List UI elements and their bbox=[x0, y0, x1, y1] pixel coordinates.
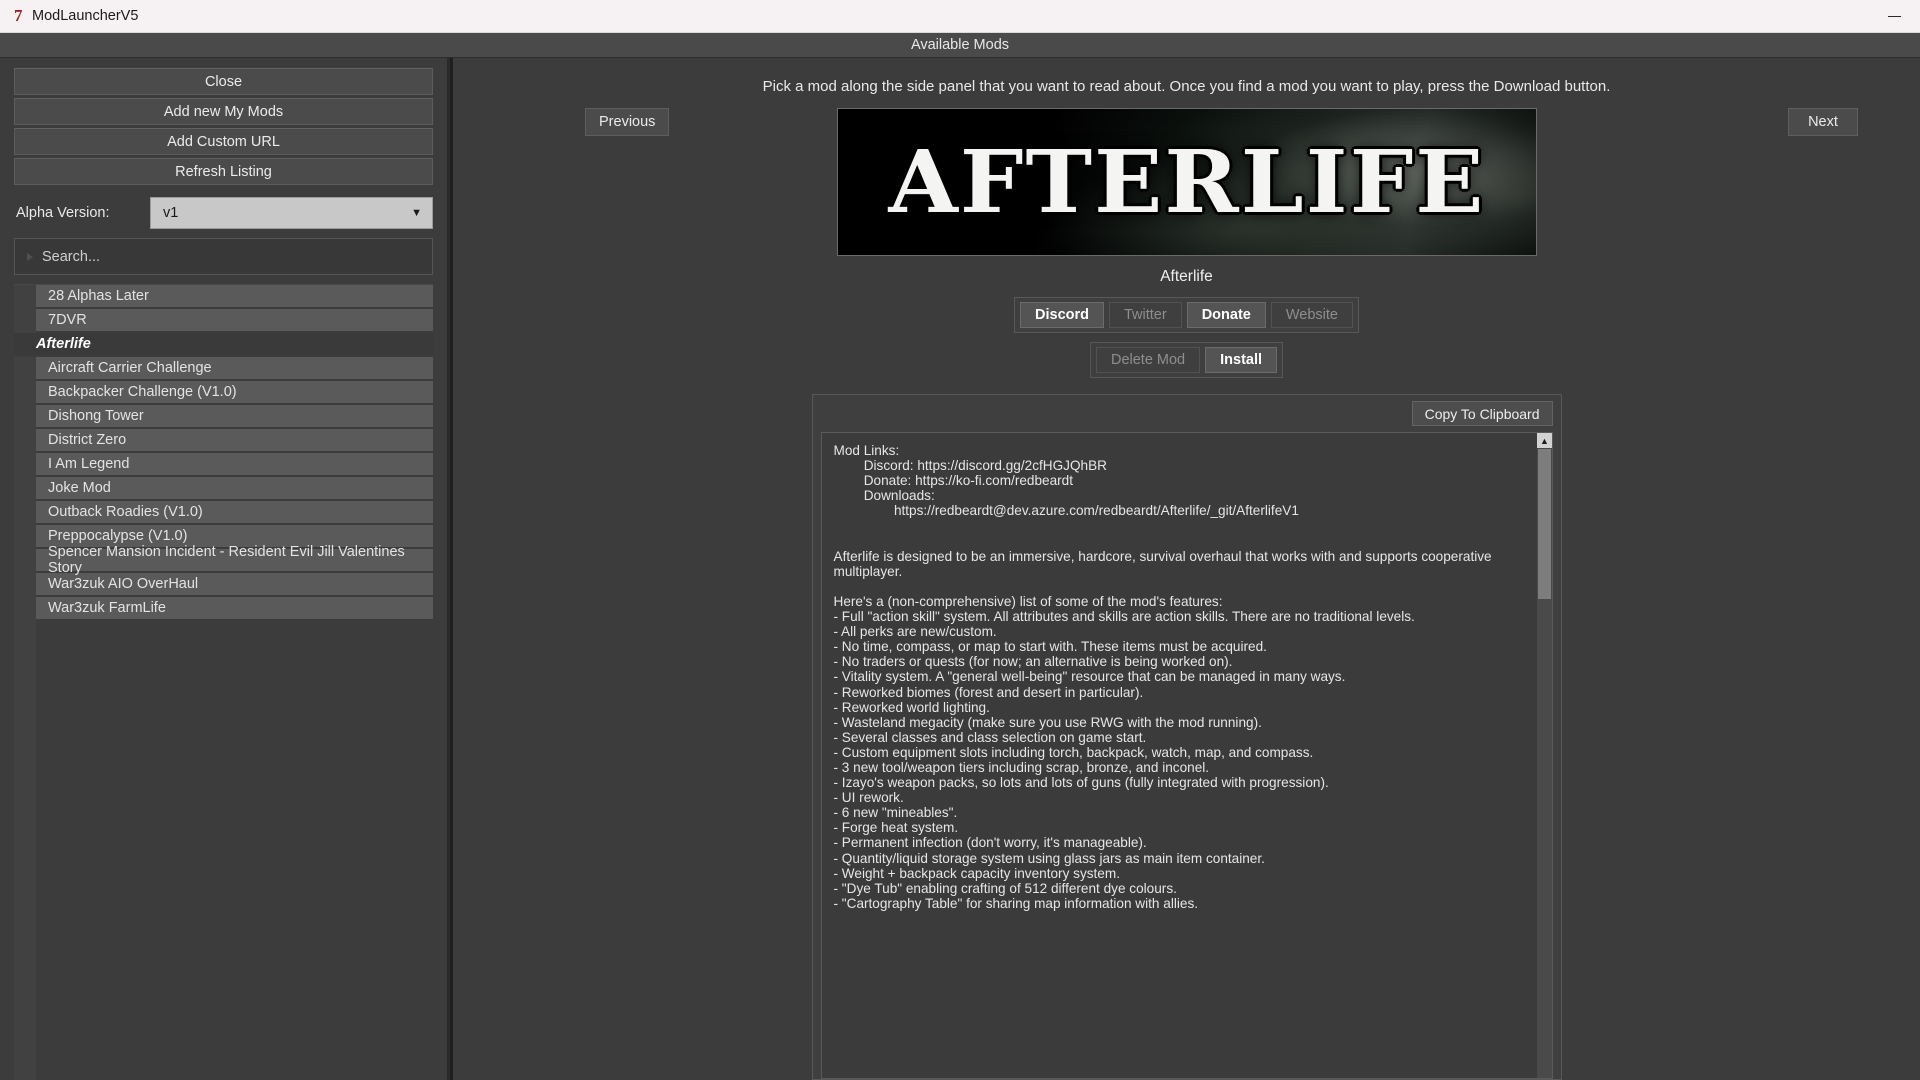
alpha-version-label: Alpha Version: bbox=[16, 205, 110, 221]
search-placeholder: Search... bbox=[42, 248, 101, 265]
website-button: Website bbox=[1270, 302, 1353, 328]
mod-banner-image: AFTERLIFE bbox=[836, 108, 1537, 256]
mod-list-container: 28 Alphas Later 7DVR Afterlife Aircraft Car… bbox=[14, 284, 433, 1080]
previous-button[interactable]: Previous bbox=[585, 108, 670, 136]
instructions-text: Pick a mod along the side panel that you… bbox=[762, 78, 1611, 95]
mod-list-item-selected[interactable]: Afterlife bbox=[14, 333, 433, 357]
mod-list-item[interactable]: Spencer Mansion Incident - Resident Evil… bbox=[36, 544, 433, 576]
copy-row: Copy To Clipboard bbox=[821, 401, 1553, 432]
mod-title: Afterlife bbox=[1160, 268, 1213, 285]
install-button[interactable]: Install bbox=[1205, 347, 1278, 373]
mod-list-item[interactable]: War3zuk AIO OverHaul bbox=[36, 573, 433, 597]
twitter-button: Twitter bbox=[1109, 302, 1182, 328]
mod-list-item[interactable]: District Zero bbox=[36, 429, 433, 453]
mod-list-item[interactable]: 28 Alphas Later bbox=[36, 285, 433, 309]
donate-button[interactable]: Donate bbox=[1186, 302, 1266, 328]
sidebar: Close Add new My Mods Add Custom URL Ref… bbox=[0, 58, 450, 1080]
mod-list-item[interactable]: War3zuk FarmLife bbox=[36, 597, 433, 621]
alpha-version-select[interactable]: v1 ▼ bbox=[150, 197, 433, 229]
app-root: Available Mods Close Add new My Mods Add… bbox=[0, 33, 1920, 1080]
main-panel: Pick a mod along the side panel that you… bbox=[453, 58, 1920, 1080]
caret-right-icon bbox=[27, 252, 33, 261]
description-box: Mod Links: Discord: https://discord.gg/2… bbox=[820, 432, 1553, 1079]
alpha-version-row: Alpha Version: v1 ▼ bbox=[14, 197, 433, 229]
mod-list-item[interactable]: I Am Legend bbox=[36, 453, 433, 477]
banner-title-text: AFTERLIFE bbox=[887, 131, 1486, 233]
minimize-icon bbox=[1887, 15, 1901, 18]
window-title: ModLauncherV5 bbox=[32, 8, 139, 24]
mod-list-item[interactable]: Dishong Tower bbox=[36, 405, 433, 429]
search-input[interactable]: Search... bbox=[14, 238, 433, 275]
description-text: Mod Links: Discord: https://discord.gg/2… bbox=[833, 443, 1492, 911]
scrollbar-track[interactable] bbox=[1537, 448, 1552, 1078]
mod-list-item[interactable]: 7DVR bbox=[36, 309, 433, 333]
add-custom-url-button[interactable]: Add Custom URL bbox=[14, 128, 433, 155]
mod-list: 28 Alphas Later 7DVR Afterlife Aircraft Car… bbox=[14, 285, 433, 621]
mod-link-button-group: Discord Twitter Donate Website bbox=[1014, 297, 1359, 333]
refresh-listing-button[interactable]: Refresh Listing bbox=[14, 158, 433, 185]
mod-list-item[interactable]: Joke Mod bbox=[36, 477, 433, 501]
window-titlebar: 7 ModLauncherV5 bbox=[0, 0, 1920, 33]
copy-to-clipboard-button[interactable]: Copy To Clipboard bbox=[1411, 401, 1553, 426]
header-title: Available Mods bbox=[910, 37, 1010, 53]
next-button[interactable]: Next bbox=[1788, 108, 1858, 136]
scrollbar-thumb[interactable] bbox=[1538, 449, 1551, 599]
alpha-version-value: v1 bbox=[163, 205, 179, 221]
scroll-up-button[interactable]: ▲ bbox=[1537, 433, 1552, 448]
seven-days-logo-icon: 7 bbox=[14, 6, 23, 25]
description-panel: Copy To Clipboard Mod Links: Discord: ht… bbox=[811, 394, 1562, 1080]
mod-list-item[interactable]: Outback Roadies (V1.0) bbox=[36, 501, 433, 525]
content-area: Close Add new My Mods Add Custom URL Ref… bbox=[0, 58, 1920, 1080]
close-button[interactable]: Close bbox=[14, 68, 433, 95]
discord-button[interactable]: Discord bbox=[1020, 302, 1104, 328]
mod-list-item[interactable]: Backpacker Challenge (V1.0) bbox=[36, 381, 433, 405]
delete-mod-button: Delete Mod bbox=[1095, 347, 1201, 373]
add-new-my-mods-button[interactable]: Add new My Mods bbox=[14, 98, 433, 125]
mod-install-button-group: Delete Mod Install bbox=[1089, 342, 1284, 378]
chevron-down-icon: ▼ bbox=[411, 207, 422, 219]
minimize-button[interactable] bbox=[1868, 0, 1920, 33]
description-scrollbar[interactable]: ▲ bbox=[1536, 433, 1552, 1078]
available-mods-header: Available Mods bbox=[0, 33, 1920, 58]
mod-list-item[interactable]: Aircraft Carrier Challenge bbox=[36, 357, 433, 381]
